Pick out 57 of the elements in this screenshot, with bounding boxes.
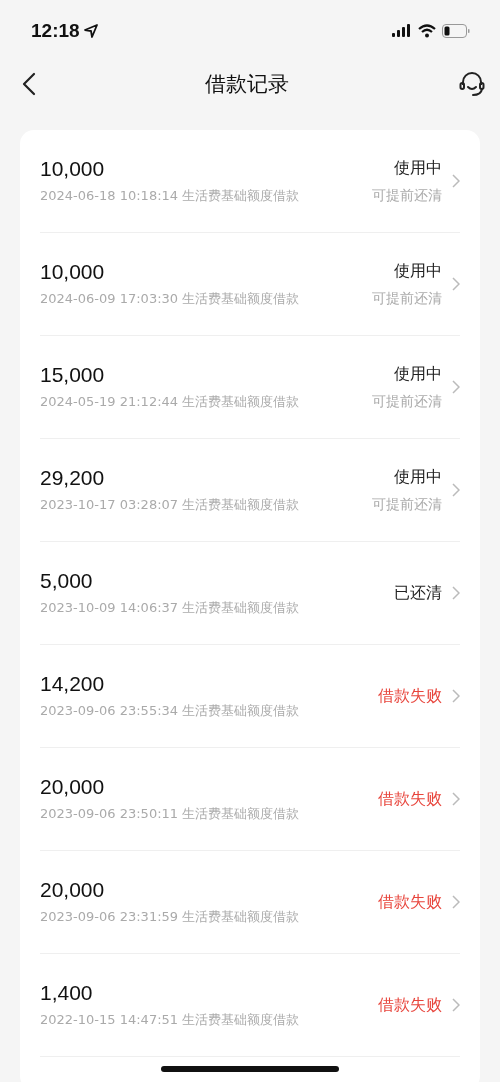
loan-amount: 10,000 xyxy=(40,260,106,284)
chevron-icon xyxy=(452,792,460,806)
loan-status: 借款失败 xyxy=(378,685,442,707)
loan-record-row[interactable]: 29,200 2023-10-17 03:28:07 生活费基础额度借款 使用中 可提前还清 xyxy=(40,439,460,542)
loan-date: 2023-09-06 23:55:34 生活费基础额度借款 xyxy=(40,702,301,720)
loan-record-row[interactable]: 10,000 2024-06-18 10:18:14 生活费基础额度借款 使用中 可提前还清 xyxy=(40,130,460,233)
loan-amount: 1,400 xyxy=(40,981,94,1005)
wifi-icon xyxy=(418,24,436,38)
loan-status: 借款失败 xyxy=(378,788,442,810)
loan-record-row[interactable]: 20,000 2023-09-06 23:31:59 生活费基础额度借款 借款失败 xyxy=(40,851,460,954)
chevron-icon xyxy=(452,277,460,291)
chevron-icon xyxy=(452,174,460,188)
loan-amount: 10,000 xyxy=(40,157,106,181)
location-arrow-icon xyxy=(83,24,98,38)
headset-icon[interactable] xyxy=(458,70,486,98)
loan-status: 借款失败 xyxy=(378,994,442,1016)
loan-date: 2024-06-09 17:03:30 生活费基础额度借款 xyxy=(40,290,301,308)
chevron-icon xyxy=(452,998,460,1012)
chevron-icon xyxy=(452,895,460,909)
loan-amount: 15,000 xyxy=(40,363,106,387)
repay-note: 可提前还清 xyxy=(372,495,442,514)
chevron-icon xyxy=(452,586,460,600)
loan-record-row[interactable]: 1,400 2022-10-15 14:47:51 生活费基础额度借款 借款失败 xyxy=(40,954,460,1057)
repay-note: 可提前还清 xyxy=(372,186,442,205)
loan-date: 2022-10-15 14:47:51 生活费基础额度借款 xyxy=(40,1011,301,1029)
loan-status: 使用中 xyxy=(394,363,442,385)
loan-status: 已还清 xyxy=(394,582,442,604)
signal-icon xyxy=(392,24,412,38)
loan-status: 借款失败 xyxy=(378,891,442,913)
status-time: 12:18 xyxy=(31,20,80,42)
loan-amount: 5,000 xyxy=(40,569,94,593)
loan-status: 使用中 xyxy=(394,157,442,179)
loan-date: 2023-10-09 14:06:37 生活费基础额度借款 xyxy=(40,599,301,617)
loan-date: 2023-09-06 23:31:59 生活费基础额度借款 xyxy=(40,908,301,926)
chevron-icon xyxy=(452,483,460,497)
loan-record-row[interactable]: 10,000 2024-06-09 17:03:30 生活费基础额度借款 使用中 可提前还清 xyxy=(40,233,460,336)
loan-date: 2023-10-17 03:28:07 生活费基础额度借款 xyxy=(40,496,301,514)
loan-record-row[interactable]: 20,000 2023-09-06 23:50:11 生活费基础额度借款 借款失败 xyxy=(40,748,460,851)
battery-icon xyxy=(442,24,470,38)
loan-status: 使用中 xyxy=(394,466,442,488)
chevron-icon xyxy=(452,689,460,703)
loan-record-row[interactable]: 14,200 2023-09-06 23:55:34 生活费基础额度借款 借款失败 xyxy=(40,645,460,748)
loan-date: 2024-05-19 21:12:44 生活费基础额度借款 xyxy=(40,393,301,411)
back-icon[interactable] xyxy=(22,72,36,96)
loan-record-row[interactable]: 5,000 2023-10-09 14:06:37 生活费基础额度借款 已还清 xyxy=(40,542,460,645)
loan-amount: 14,200 xyxy=(40,672,106,696)
loan-amount: 20,000 xyxy=(40,775,106,799)
loan-date: 2024-06-18 10:18:14 生活费基础额度借款 xyxy=(40,187,301,205)
loan-record-row[interactable]: 15,000 2024-05-19 21:12:44 生活费基础额度借款 使用中 可提前还清 xyxy=(40,336,460,439)
chevron-icon xyxy=(452,380,460,394)
repay-note: 可提前还清 xyxy=(372,289,442,308)
repay-note: 可提前还清 xyxy=(372,392,442,411)
loan-amount: 20,000 xyxy=(40,878,106,902)
loan-amount: 29,200 xyxy=(40,466,106,490)
loan-date: 2023-09-06 23:50:11 生活费基础额度借款 xyxy=(40,805,301,823)
loan-status: 使用中 xyxy=(394,260,442,282)
page-title: 借款记录 xyxy=(205,71,289,98)
